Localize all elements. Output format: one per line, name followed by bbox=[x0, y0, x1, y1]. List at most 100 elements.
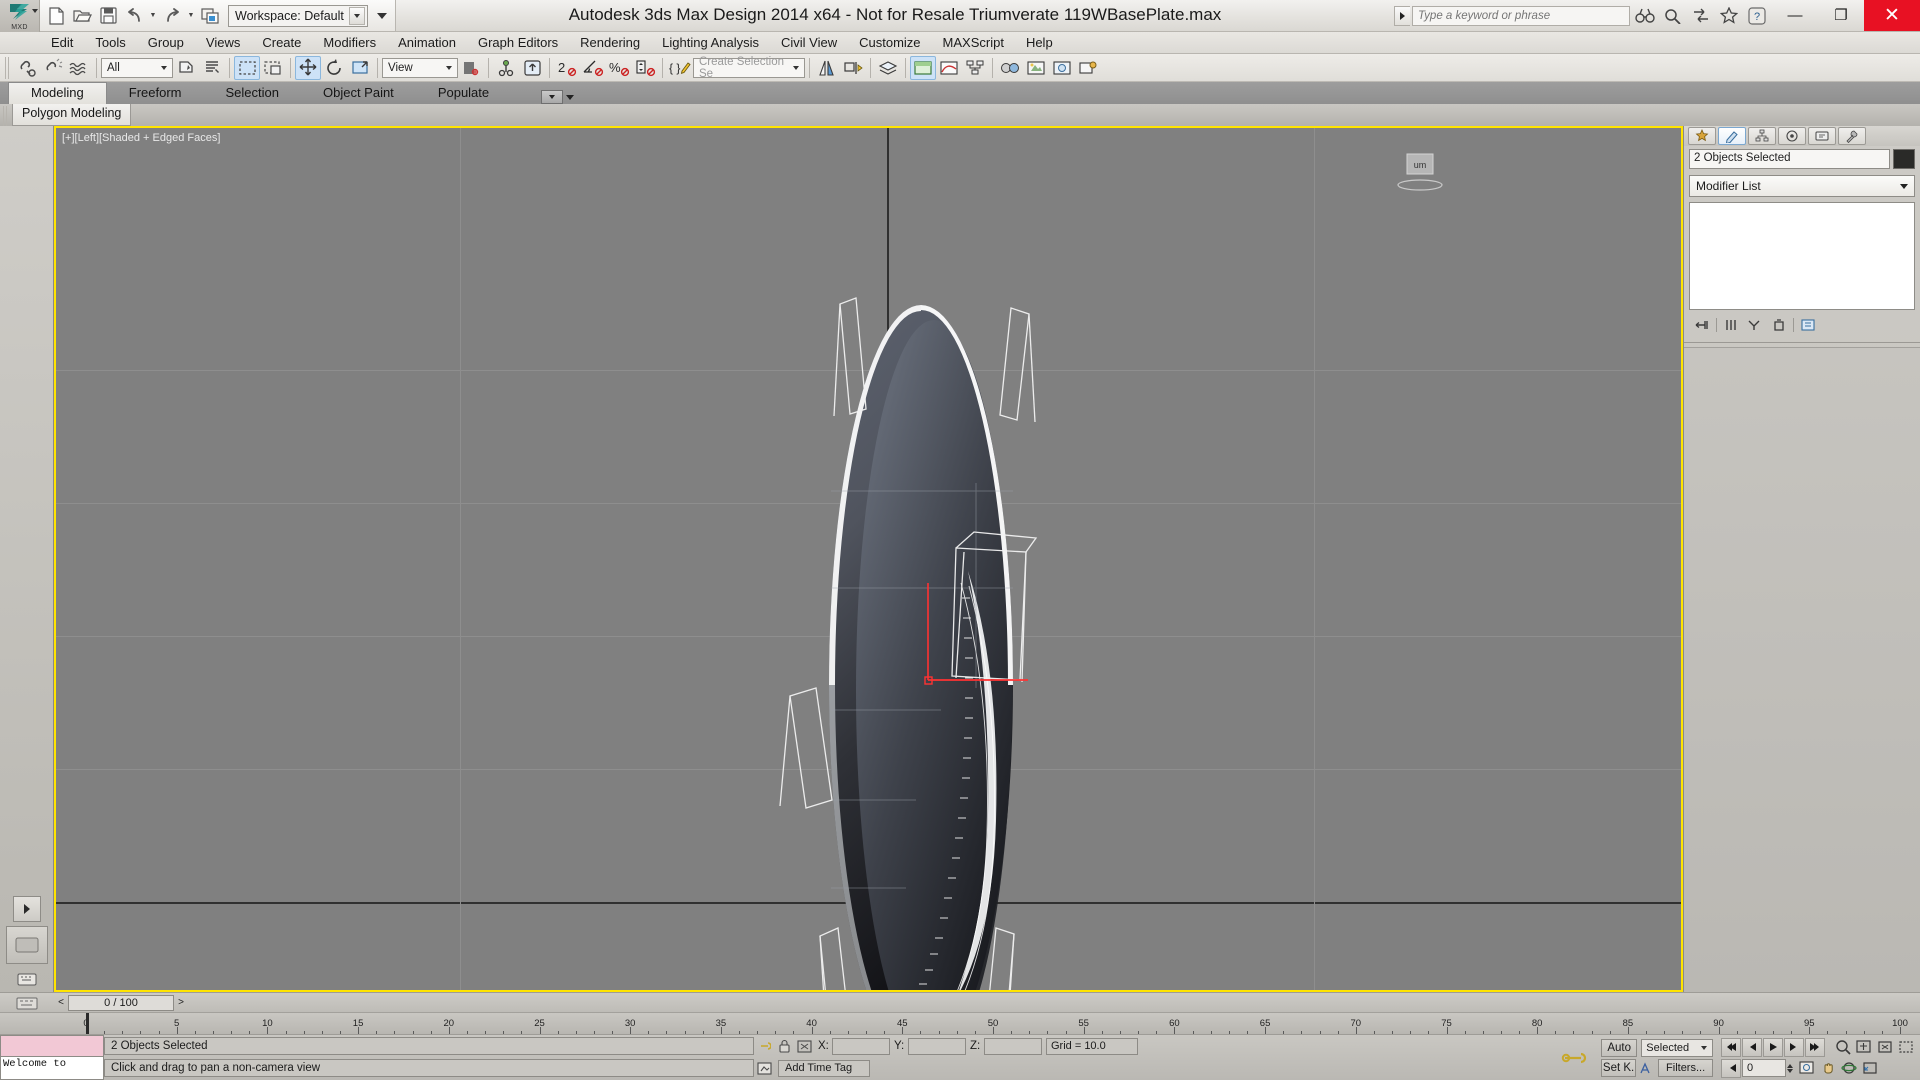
next-frame-arrow[interactable]: > bbox=[174, 995, 188, 1011]
window-crossing-icon[interactable] bbox=[260, 56, 286, 80]
previous-frame-icon[interactable] bbox=[1742, 1037, 1762, 1057]
menu-item-graph-editors[interactable]: Graph Editors bbox=[467, 33, 569, 53]
goto-frame-start-icon[interactable] bbox=[1721, 1058, 1741, 1078]
reference-coordinate-system-combo[interactable]: View bbox=[382, 57, 458, 78]
ribbon-grip[interactable] bbox=[3, 106, 9, 128]
auto-key-button[interactable]: Auto bbox=[1601, 1038, 1638, 1057]
curve-editor-icon[interactable] bbox=[936, 56, 962, 80]
pin-stack-icon[interactable] bbox=[1692, 316, 1712, 334]
edit-named-sets-icon[interactable]: { } bbox=[667, 56, 693, 80]
play-animation-icon[interactable] bbox=[1763, 1037, 1783, 1057]
menu-item-create[interactable]: Create bbox=[251, 33, 312, 53]
redo-icon[interactable] bbox=[160, 3, 184, 29]
mini-listener[interactable]: Welcome to bbox=[0, 1035, 104, 1080]
viewport-left-shaded[interactable]: [+][Left][Shaded + Edged Faces] um bbox=[54, 126, 1683, 992]
exchange-icon[interactable] bbox=[1688, 3, 1714, 29]
time-slider-ruler[interactable]: 0510152025303540455055606570758085909510… bbox=[0, 1012, 1920, 1034]
zoom-region-icon[interactable] bbox=[1896, 1038, 1916, 1057]
menu-item-maxscript[interactable]: MAXScript bbox=[932, 33, 1015, 53]
key-mode-toggle[interactable] bbox=[1551, 1035, 1597, 1080]
snaps-toggle-icon[interactable]: 2 bbox=[554, 56, 580, 80]
workspace-dropdown-icon[interactable] bbox=[349, 6, 365, 25]
expand-panel-icon[interactable] bbox=[12, 896, 41, 922]
ribbon-tab-selection[interactable]: Selection bbox=[204, 83, 301, 104]
graphite-toggle-icon[interactable] bbox=[910, 55, 936, 80]
unlink-selection-icon[interactable] bbox=[40, 56, 66, 80]
coord-x-input[interactable] bbox=[832, 1037, 890, 1055]
make-unique-icon[interactable] bbox=[1745, 316, 1765, 334]
binoculars-icon[interactable] bbox=[1632, 3, 1658, 29]
spinner-snap-icon[interactable] bbox=[632, 56, 658, 80]
keyboard-shortcut-override-icon[interactable] bbox=[519, 56, 545, 80]
maxscript-output-pane[interactable]: Welcome to bbox=[0, 1057, 104, 1080]
key-tangent-icon[interactable] bbox=[1640, 1059, 1654, 1077]
utilities-tab[interactable] bbox=[1838, 127, 1866, 145]
ribbon-caret-icon[interactable] bbox=[566, 94, 575, 100]
layer-manager-icon[interactable] bbox=[875, 56, 901, 80]
zoom-icon[interactable] bbox=[1833, 1038, 1853, 1057]
ribbon-state-dropdown-icon[interactable] bbox=[541, 90, 564, 104]
new-file-icon[interactable] bbox=[44, 3, 68, 29]
material-editor-icon[interactable] bbox=[997, 56, 1023, 80]
current-frame-field[interactable]: 0 / 100 bbox=[68, 994, 174, 1011]
zoom-extents-icon[interactable] bbox=[1875, 1038, 1895, 1057]
selection-filter-dropdown-icon[interactable] bbox=[156, 60, 171, 76]
key-filter-dropdown-icon[interactable] bbox=[1697, 1040, 1711, 1055]
project-folder-icon[interactable] bbox=[198, 3, 222, 29]
object-color-swatch[interactable] bbox=[1893, 149, 1915, 169]
coord-z-input[interactable] bbox=[984, 1037, 1042, 1055]
menu-item-animation[interactable]: Animation bbox=[387, 33, 467, 53]
favorites-star-icon[interactable] bbox=[1716, 3, 1742, 29]
set-key-button[interactable]: Set K. bbox=[1601, 1058, 1637, 1077]
open-file-icon[interactable] bbox=[70, 3, 94, 29]
select-and-rotate-icon[interactable] bbox=[321, 56, 347, 80]
help-search-icon[interactable] bbox=[1660, 3, 1686, 29]
select-and-move-icon[interactable] bbox=[295, 55, 321, 80]
key-spinner-arrows[interactable] bbox=[1787, 1063, 1793, 1073]
menu-item-views[interactable]: Views bbox=[195, 33, 251, 53]
zoom-all-icon[interactable] bbox=[1854, 1038, 1874, 1057]
viewport-label[interactable]: [+][Left][Shaded + Edged Faces] bbox=[62, 132, 220, 144]
menu-item-rendering[interactable]: Rendering bbox=[569, 33, 651, 53]
menu-item-customize[interactable]: Customize bbox=[848, 33, 931, 53]
modify-tab[interactable] bbox=[1718, 127, 1746, 145]
absolute-relative-toggle-icon[interactable] bbox=[794, 1037, 814, 1055]
modifier-list-combo[interactable]: Modifier List bbox=[1689, 175, 1915, 197]
select-by-name-icon[interactable] bbox=[199, 56, 225, 80]
render-setup-icon[interactable] bbox=[1023, 56, 1049, 80]
ribbon-panel-title-polygon-modeling[interactable]: Polygon Modeling bbox=[12, 104, 132, 126]
menu-item-edit[interactable]: Edit bbox=[40, 33, 84, 53]
help-icon[interactable]: ? bbox=[1744, 3, 1770, 29]
maximize-button[interactable]: ❐ bbox=[1818, 0, 1864, 31]
menu-item-modifiers[interactable]: Modifiers bbox=[312, 33, 387, 53]
schematic-view-icon[interactable] bbox=[962, 56, 988, 80]
select-and-manipulate-icon[interactable] bbox=[493, 56, 519, 80]
ribbon-tab-populate[interactable]: Populate bbox=[416, 83, 511, 104]
toolbar-grip[interactable] bbox=[5, 56, 11, 79]
ribbon-tab-modeling[interactable]: Modeling bbox=[8, 82, 107, 104]
ribbon-tab-freeform[interactable]: Freeform bbox=[107, 83, 204, 104]
close-button[interactable]: ✕ bbox=[1864, 0, 1920, 31]
reference-coord-dropdown-icon[interactable] bbox=[441, 60, 456, 76]
goto-start-icon[interactable] bbox=[1721, 1037, 1741, 1057]
adaptive-degradation-icon[interactable] bbox=[754, 1059, 774, 1077]
menu-item-civil-view[interactable]: Civil View bbox=[770, 33, 848, 53]
object-name-field[interactable]: 2 Objects Selected bbox=[1689, 149, 1890, 169]
customize-qat-icon[interactable] bbox=[373, 5, 391, 27]
select-object-icon[interactable] bbox=[173, 56, 199, 80]
key-filters-button[interactable]: Filters... bbox=[1658, 1058, 1713, 1077]
key-filter-combo[interactable]: Selected bbox=[1641, 1038, 1713, 1057]
bind-to-spacewarp-icon[interactable] bbox=[66, 56, 92, 80]
undo-icon[interactable] bbox=[122, 3, 146, 29]
mirror-icon[interactable] bbox=[814, 56, 840, 80]
selection-filter-combo[interactable]: All bbox=[101, 57, 173, 78]
search-input[interactable] bbox=[1412, 5, 1630, 26]
pan-view-icon[interactable] bbox=[1818, 1059, 1838, 1078]
create-tab[interactable] bbox=[1688, 127, 1716, 145]
show-end-result-icon[interactable] bbox=[1721, 316, 1741, 334]
select-link-icon[interactable] bbox=[14, 56, 40, 80]
key-frame-spinner[interactable]: 0 bbox=[1742, 1059, 1786, 1077]
align-icon[interactable] bbox=[840, 56, 866, 80]
time-configuration-icon[interactable] bbox=[1797, 1059, 1817, 1078]
minimize-button[interactable]: — bbox=[1772, 0, 1818, 31]
